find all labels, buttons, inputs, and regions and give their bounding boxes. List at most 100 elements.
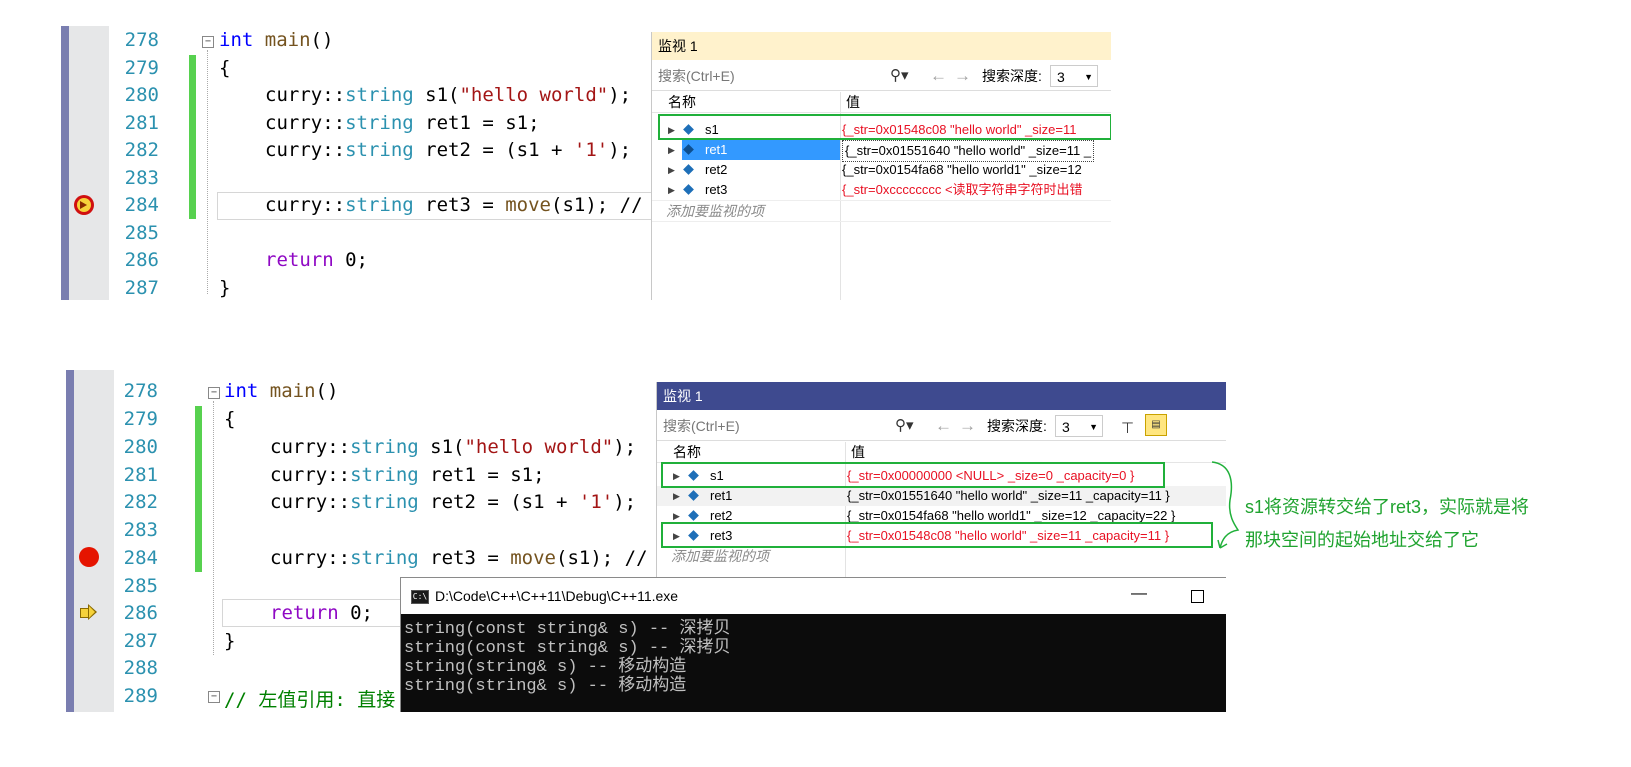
char-literal: '1'	[573, 139, 609, 161]
code-line-287: }	[224, 630, 235, 652]
search-icon[interactable]: ⚲▾	[890, 62, 909, 90]
code-text: ret1 = s1;	[418, 464, 545, 486]
line-number: 286	[124, 249, 159, 271]
namespace: curry::	[265, 194, 346, 216]
line-number: 284	[124, 194, 159, 216]
line-number: 282	[124, 139, 159, 161]
watch-window[interactable]: 监视 1 搜索(Ctrl+E) ⚲▾ ← → 搜索深度: 3 ▼ ⊤ ▤ 名称 值…	[656, 382, 1226, 580]
expand-icon[interactable]: ▶	[668, 180, 675, 200]
type: string	[345, 112, 414, 134]
code-text: ret3 =	[413, 194, 506, 216]
filter-icon[interactable]: ⊤	[1121, 415, 1134, 443]
search-input[interactable]: 搜索(Ctrl+E)	[663, 412, 740, 440]
code-text: (s1); //	[551, 194, 643, 216]
code-text: );	[613, 491, 637, 513]
function-name: main	[264, 29, 311, 51]
watch-title-bar[interactable]: 监视 1	[652, 32, 1111, 60]
watch-name: ret1	[710, 488, 733, 503]
search-depth-select[interactable]: 3 ▼	[1050, 65, 1098, 87]
annotation-line-2: 那块空间的起始地址交给了它	[1245, 530, 1479, 550]
code-line-281: curry::string ret1 = s1;	[265, 112, 540, 134]
code-line-279: {	[224, 408, 235, 430]
namespace: curry::	[265, 112, 346, 134]
search-input[interactable]: 搜索(Ctrl+E)	[658, 62, 735, 90]
console-window[interactable]: C:\ D:\Code\C++\C++11\Debug\C++11.exe — …	[400, 577, 1226, 712]
namespace: curry::	[270, 547, 351, 569]
watch-value: {_str=0x0154fa68 "hello world1" _size=12	[842, 162, 1082, 177]
expand-icon[interactable]: ▶	[673, 486, 680, 506]
code-text: (s1); //	[556, 547, 648, 569]
search-depth-select[interactable]: 3 ▼	[1055, 415, 1103, 437]
keyword: int	[219, 29, 254, 51]
watch-value: {_str=0xcccccccc <读取字符串字符时出错	[842, 182, 1083, 197]
line-number: 285	[124, 222, 159, 244]
code-text: ()	[315, 380, 339, 402]
watch-window[interactable]: 监视 1 搜索(Ctrl+E) ⚲▾ ← → 搜索深度: 3 ▼ 名称 值 ▶ s…	[651, 32, 1111, 300]
code-text: );	[608, 84, 632, 106]
watch-name: ret3	[705, 182, 728, 197]
variable-icon	[683, 164, 694, 175]
code-text: {	[219, 57, 231, 79]
add-watch-row[interactable]: 添加要监视的项	[652, 200, 1111, 222]
breakpoint-icon[interactable]	[79, 547, 99, 567]
fold-collapse-icon[interactable]: −	[208, 387, 220, 399]
fold-collapse-icon[interactable]: −	[202, 36, 214, 48]
console-title-bar[interactable]: C:\ D:\Code\C++\C++11\Debug\C++11.exe —	[401, 578, 1226, 614]
watch-row[interactable]: ▶ ret3 {_str=0xcccccccc <读取字符串字符时出错	[652, 180, 1111, 200]
code-line-281: curry::string ret1 = s1;	[270, 464, 545, 486]
search-icon[interactable]: ⚲▾	[895, 412, 914, 440]
function-name: move	[510, 547, 556, 569]
code-text: ()	[310, 29, 334, 51]
namespace: curry::	[265, 139, 346, 161]
line-number: 281	[123, 464, 158, 486]
code-text: s1(	[413, 84, 460, 106]
expand-icon[interactable]: ▶	[668, 140, 675, 160]
column-name-header: 名称	[668, 94, 696, 110]
type: string	[350, 547, 419, 569]
line-number: 280	[123, 436, 158, 458]
code-line-279: {	[219, 57, 230, 79]
back-arrow-icon[interactable]: ←	[930, 62, 947, 90]
watch-title: 监视 1	[663, 388, 703, 404]
line-number: 282	[123, 491, 158, 513]
watch-header: 名称 值	[657, 442, 1226, 463]
forward-arrow-icon[interactable]: →	[959, 412, 976, 440]
watch-row[interactable]: ▶ ret2 {_str=0x0154fa68 "hello world1" _…	[652, 160, 1111, 180]
console-title: D:\Code\C++\C++11\Debug\C++11.exe	[435, 588, 679, 604]
code-line-287: }	[219, 277, 230, 299]
maximize-icon[interactable]	[1191, 590, 1204, 603]
column-value-header: 值	[846, 94, 860, 110]
function-name: move	[505, 194, 551, 216]
back-arrow-icon[interactable]: ←	[935, 412, 952, 440]
code-text: ret3 =	[418, 547, 511, 569]
code-text: }	[219, 277, 231, 299]
watch-row-selected[interactable]: ▶ ret1 {_str=0x01551640 "hello world" _s…	[652, 140, 1111, 162]
code-line-282: curry::string ret2 = (s1 + '1');	[270, 491, 636, 513]
next-statement-arrow-icon[interactable]	[80, 604, 98, 620]
variable-icon	[688, 510, 699, 521]
code-line-278: int main()	[224, 380, 338, 402]
breakpoint-arrow-icon[interactable]	[74, 195, 94, 215]
watch-title: 监视 1	[658, 38, 698, 54]
console-output: string(const string& s) -- 深拷贝 string(co…	[401, 614, 1226, 712]
line-number: 287	[123, 630, 158, 652]
minimize-icon[interactable]: —	[1131, 578, 1147, 612]
namespace: curry::	[270, 436, 351, 458]
hex-display-icon[interactable]: ▤	[1145, 414, 1167, 436]
watch-title-bar[interactable]: 监视 1	[657, 382, 1226, 410]
watch-row[interactable]: ▶ ret1 {_str=0x01551640 "hello world" _s…	[657, 486, 1226, 506]
watch-search-bar: 搜索(Ctrl+E) ⚲▾ ← → 搜索深度: 3 ▼	[652, 62, 1111, 91]
namespace: curry::	[270, 464, 351, 486]
keyword: return	[270, 602, 339, 624]
add-watch-row[interactable]: 添加要监视的项	[657, 546, 1226, 566]
fold-collapse-icon[interactable]: −	[208, 691, 220, 703]
line-number: 289	[123, 685, 158, 707]
forward-arrow-icon[interactable]: →	[954, 62, 971, 90]
column-value-header: 值	[851, 444, 865, 460]
type: string	[345, 194, 414, 216]
code-text: ret2 = (s1 +	[418, 491, 579, 513]
expand-icon[interactable]: ▶	[668, 160, 675, 180]
code-line-286: return 0;	[270, 602, 373, 624]
variable-icon	[688, 490, 699, 501]
editor-left-bar	[61, 26, 69, 300]
